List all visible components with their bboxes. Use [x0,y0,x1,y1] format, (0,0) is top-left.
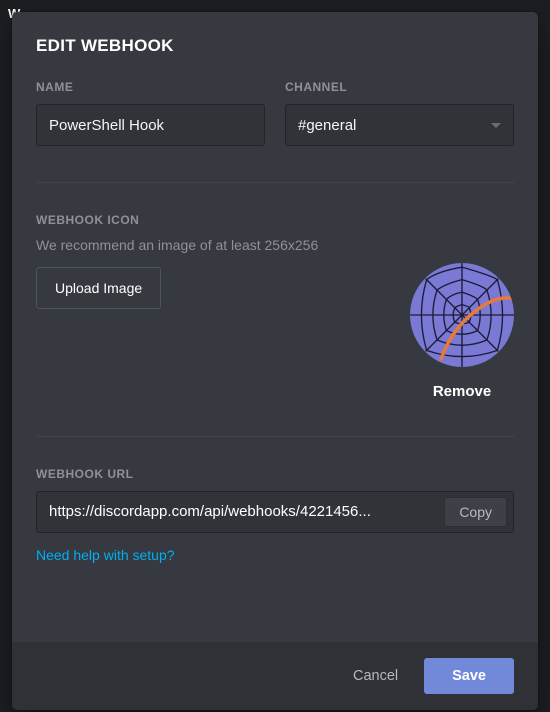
avatar-column: Remove [410,263,514,400]
channel-label: CHANNEL [285,80,514,94]
spiderweb-icon [410,263,514,367]
webhook-avatar[interactable] [410,263,514,367]
name-label: NAME [36,80,265,94]
help-link[interactable]: Need help with setup? [36,547,175,563]
channel-value: #general [298,117,356,134]
modal-footer: Cancel Save [12,642,538,710]
channel-select[interactable]: #general [285,104,514,146]
icon-hint: We recommend an image of at least 256x25… [36,237,514,253]
name-channel-row: NAME CHANNEL #general [36,80,514,146]
name-input[interactable] [36,104,265,146]
modal-title: EDIT WEBHOOK [36,36,514,56]
upload-image-button[interactable]: Upload Image [36,267,161,309]
url-label: WEBHOOK URL [36,467,514,481]
copy-button[interactable]: Copy [444,497,507,527]
modal-body: EDIT WEBHOOK NAME CHANNEL #general WEBHO… [12,12,538,642]
chevron-down-icon [491,123,501,128]
divider [36,182,514,183]
channel-col: CHANNEL #general [285,80,514,146]
icon-section: Upload Image [36,267,514,400]
icon-label: WEBHOOK ICON [36,213,514,227]
webhook-url-row: https://discordapp.com/api/webhooks/4221… [36,491,514,533]
webhook-url-text[interactable]: https://discordapp.com/api/webhooks/4221… [37,492,438,532]
remove-avatar-button[interactable]: Remove [433,383,491,400]
name-col: NAME [36,80,265,146]
edit-webhook-modal: EDIT WEBHOOK NAME CHANNEL #general WEBHO… [12,12,538,710]
divider [36,436,514,437]
cancel-button[interactable]: Cancel [337,658,414,694]
save-button[interactable]: Save [424,658,514,694]
